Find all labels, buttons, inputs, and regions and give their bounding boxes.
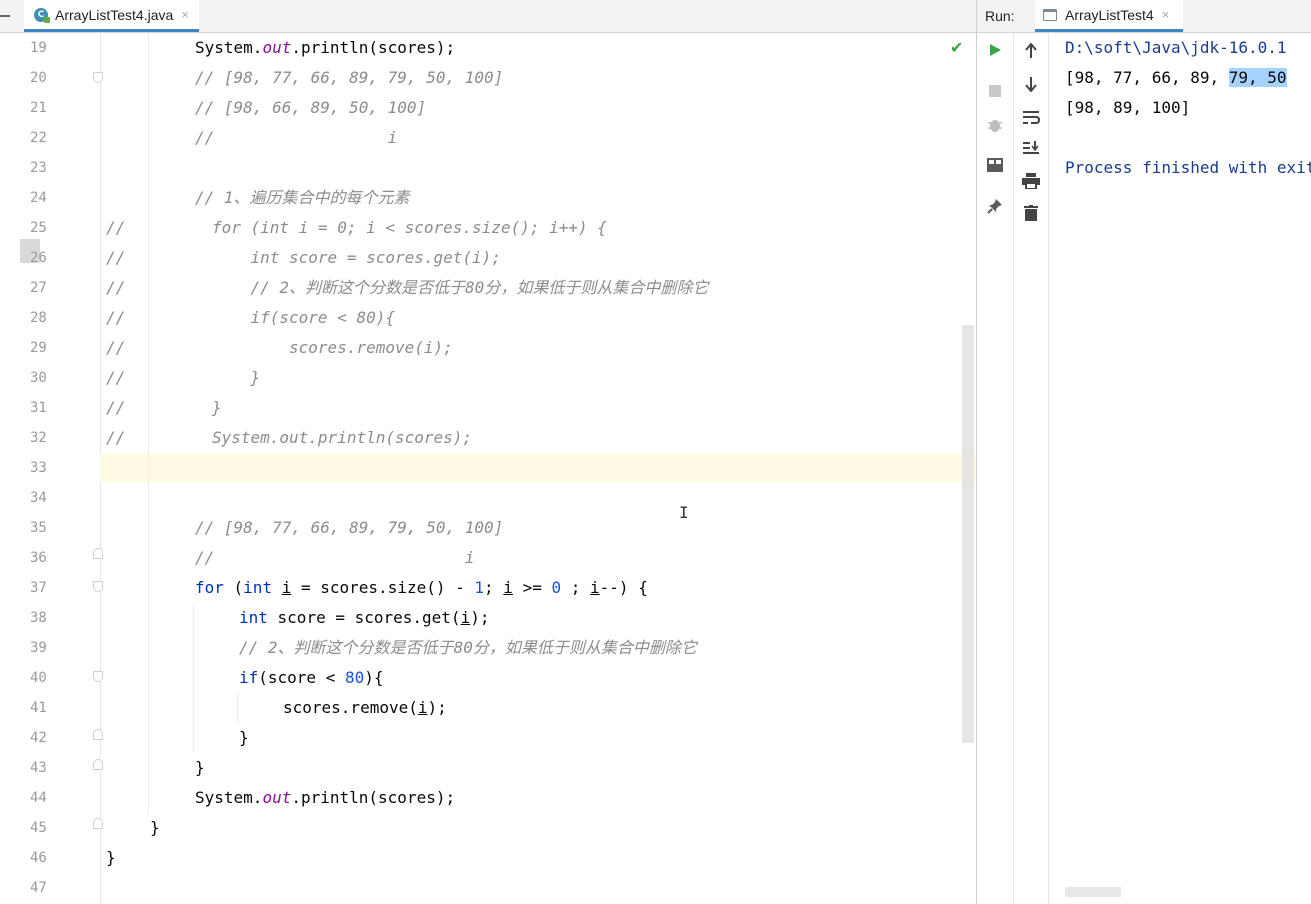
console-line-command: D:\soft\Java\jdk-16.0.1 (1065, 38, 1287, 57)
line-number: 39 (30, 640, 47, 656)
line-number: 25 (30, 220, 47, 236)
line-number: 23 (30, 160, 47, 176)
code-line-42: } (239, 728, 249, 747)
code-line-43: } (195, 758, 205, 777)
code-line-26: // int score = scores.get(i); (106, 248, 501, 267)
editor-tab-bar: C ArrayListTest4.java × (0, 0, 976, 33)
console-output[interactable]: D:\soft\Java\jdk-16.0.1 [98, 77, 66, 89,… (1049, 33, 1311, 904)
line-number: 31 (30, 400, 47, 416)
code-line-28: // if(score < 80){ (106, 308, 395, 327)
code-line-41: scores.remove(i); (283, 698, 447, 717)
tab-filename: ArrayListTest4.java (55, 6, 174, 23)
code-line-29: // scores.remove(i); (106, 338, 453, 357)
run-toolbar-right (1014, 33, 1049, 904)
console-line-finished: Process finished with exit code 0 (1065, 158, 1311, 177)
line-number: 34 (30, 490, 47, 506)
line-number: 30 (30, 370, 47, 386)
run-toolbar-left (977, 33, 1014, 904)
line-number: 36 (30, 550, 47, 566)
console-line-output-2: [98, 89, 100] (1065, 98, 1191, 117)
code-line-46: } (106, 848, 116, 867)
rerun-icon[interactable] (985, 40, 1005, 60)
line-number: 43 (30, 760, 47, 776)
code-line-35: // [98, 77, 66, 89, 79, 50, 100] (195, 518, 504, 537)
code-line-45: } (150, 818, 160, 837)
close-tab-icon[interactable]: × (1162, 7, 1170, 22)
line-number: 27 (30, 280, 47, 296)
pin-icon[interactable] (985, 196, 1005, 216)
run-header: Run: ArrayListTest4 × (977, 0, 1311, 33)
line-number: 20 (30, 70, 47, 86)
code-line-19: System.out.println(scores); (195, 38, 456, 57)
code-line-30: // } (106, 368, 261, 387)
code-line-44: System.out.println(scores); (195, 788, 456, 807)
console-selection: 79, 50 (1228, 68, 1287, 87)
inspection-ok-icon[interactable]: ✔ (950, 38, 963, 57)
tab-run-config[interactable]: ArrayListTest4 × (1035, 0, 1184, 32)
line-number: 24 (30, 190, 47, 206)
console-line-output-1: [98, 77, 66, 89, 79, 50 (1065, 68, 1287, 87)
line-number: 44 (30, 790, 47, 806)
line-number: 46 (30, 850, 47, 866)
code-line-20: // [98, 77, 66, 89, 79, 50, 100] (195, 68, 504, 87)
layout-icon[interactable] (985, 155, 1005, 175)
print-icon[interactable] (1021, 171, 1041, 191)
arrow-down-icon[interactable] (1021, 74, 1041, 94)
tab-arraylisttest4-java[interactable]: C ArrayListTest4.java × (24, 0, 199, 32)
line-number: 40 (30, 670, 47, 686)
code-line-39: // 2、判断这个分数是否低于80分，如果低于则从集合中删除它 (239, 638, 697, 657)
code-line-25: // for (int i = 0; i < scores.size(); i+… (106, 218, 607, 237)
java-class-icon: C (34, 7, 50, 23)
run-tab-title: ArrayListTest4 (1065, 6, 1154, 23)
scroll-to-end-icon[interactable] (1021, 138, 1041, 158)
close-tab-icon[interactable]: × (181, 7, 189, 22)
code-line-32: // System.out.println(scores); (106, 428, 473, 447)
trash-icon[interactable] (1021, 203, 1041, 223)
line-number: 21 (30, 100, 47, 116)
line-number: 38 (30, 610, 47, 626)
code-line-21: // [98, 66, 89, 50, 100] (195, 98, 427, 117)
soft-wrap-icon[interactable] (1021, 107, 1041, 127)
line-number: 37 (30, 580, 47, 596)
debug-icon[interactable] (985, 115, 1005, 135)
console-icon (1043, 8, 1057, 21)
code-line-31: // } (106, 398, 222, 417)
line-number: 32 (30, 430, 47, 446)
line-number: 35 (30, 520, 47, 536)
line-number: 28 (30, 310, 47, 326)
stop-icon[interactable] (985, 81, 1005, 101)
console-horizontal-scrollbar[interactable] (1065, 887, 1121, 897)
code-line-24: // 1、遍历集合中的每个元素 (195, 188, 410, 207)
mouse-text-cursor: I (679, 503, 689, 522)
code-line-37: for (int i = scores.size() - 1; i >= 0 ;… (195, 578, 648, 597)
line-number: 19 (30, 40, 47, 56)
collapse-dash-icon[interactable] (0, 15, 10, 17)
line-number: 22 (30, 130, 47, 146)
code-line-36: // i (195, 548, 475, 567)
line-number: 47 (30, 880, 47, 896)
line-number: 33 (30, 460, 47, 476)
run-label: Run: (985, 8, 1015, 24)
code-line-22: // i (195, 128, 398, 147)
line-number: 41 (30, 700, 47, 716)
run-tool-window: Run: ArrayListTest4 × D:\soft\Java\jdk-1… (976, 0, 1311, 904)
line-number: 29 (30, 340, 47, 356)
editor-panel: C ArrayListTest4.java × 19 20 21 22 23 24 25 26… (0, 0, 976, 904)
code-line-38: int score = scores.get(i); (239, 608, 490, 627)
arrow-up-icon[interactable] (1021, 41, 1041, 61)
line-number: 42 (30, 730, 47, 746)
code-line-27: // // 2、判断这个分数是否低于80分，如果低于则从集合中删除它 (106, 278, 709, 297)
line-number: 45 (30, 820, 47, 836)
code-area[interactable]: System.out.println(scores); // [98, 77, … (100, 33, 976, 904)
line-number: 26 (30, 250, 47, 266)
editor-scrollbar[interactable] (962, 325, 974, 743)
code-line-40: if(score < 80){ (239, 668, 384, 687)
